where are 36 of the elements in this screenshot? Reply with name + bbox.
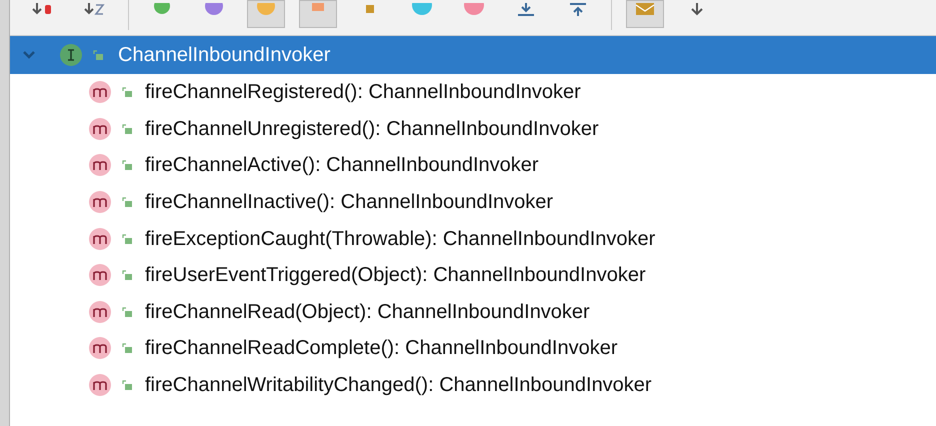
- tree-row[interactable]: fireChannelRegistered(): ChannelInboundInvoker: [10, 74, 936, 111]
- envelope-icon: [634, 3, 656, 17]
- chevron-icon[interactable]: [22, 50, 36, 60]
- tree-label: fireChannelInactive(): ChannelInboundInvoker: [145, 190, 554, 216]
- method-icon: [89, 374, 111, 396]
- tree-row[interactable]: fireChannelReadComplete(): ChannelInboundInvoker: [10, 330, 936, 367]
- sort-alpha-icon: [84, 3, 106, 17]
- tree-label: fireExceptionCaught(Throwable): ChannelInboundInvoker: [145, 226, 656, 252]
- tree-row[interactable]: ChannelInboundInvoker: [10, 36, 936, 74]
- method-icon: [89, 118, 111, 140]
- tree-label: fireChannelWritabilityChanged(): ChannelInboundInvoker: [145, 373, 652, 398]
- tree-label: fireChannelRead(Object): ChannelInboundInvoker: [145, 300, 590, 325]
- interface-icon: [60, 44, 82, 66]
- tree-label: fireChannelReadComplete(): ChannelInboundInvoker: [145, 336, 618, 362]
- tree-row[interactable]: fireChannelRead(Object): ChannelInboundInvoker: [10, 294, 936, 330]
- tree-label: fireChannelRegistered(): ChannelInboundInvoker: [145, 80, 581, 106]
- tree-row[interactable]: fireChannelActive(): ChannelInboundInvoker: [10, 147, 936, 184]
- collapse-icon: [567, 3, 589, 17]
- sort-visibility-icon: [32, 3, 54, 17]
- method-icon: [89, 228, 111, 250]
- tree-row[interactable]: fireChannelInactive(): ChannelInboundInvoker: [10, 184, 936, 220]
- method-icon: [89, 191, 111, 214]
- tree-row[interactable]: fireExceptionCaught(Throwable): ChannelInboundInvoker: [10, 220, 936, 257]
- method-icon: [89, 337, 111, 360]
- method-icon: [89, 81, 111, 104]
- tree-label: ChannelInboundInvoker: [118, 43, 330, 68]
- method-icon: [89, 300, 111, 323]
- tree-label: fireChannelUnregistered(): ChannelInboundInvoker: [145, 116, 599, 142]
- expand-icon: [515, 3, 537, 17]
- tree-row[interactable]: fireChannelUnregistered(): ChannelInboundInvoker: [10, 110, 936, 148]
- tree-label: fireChannelActive(): ChannelInboundInvoker: [145, 153, 539, 178]
- tree-label: fireUserEventTriggered(Object): ChannelInboundInvoker: [145, 263, 646, 288]
- tree-row[interactable]: fireUserEventTriggered(Object): ChannelInboundInvoker: [10, 256, 936, 294]
- method-icon: [89, 264, 111, 286]
- method-icon: [89, 154, 111, 176]
- tree-row[interactable]: fireChannelWritabilityChanged(): ChannelInboundInvoker: [10, 366, 936, 404]
